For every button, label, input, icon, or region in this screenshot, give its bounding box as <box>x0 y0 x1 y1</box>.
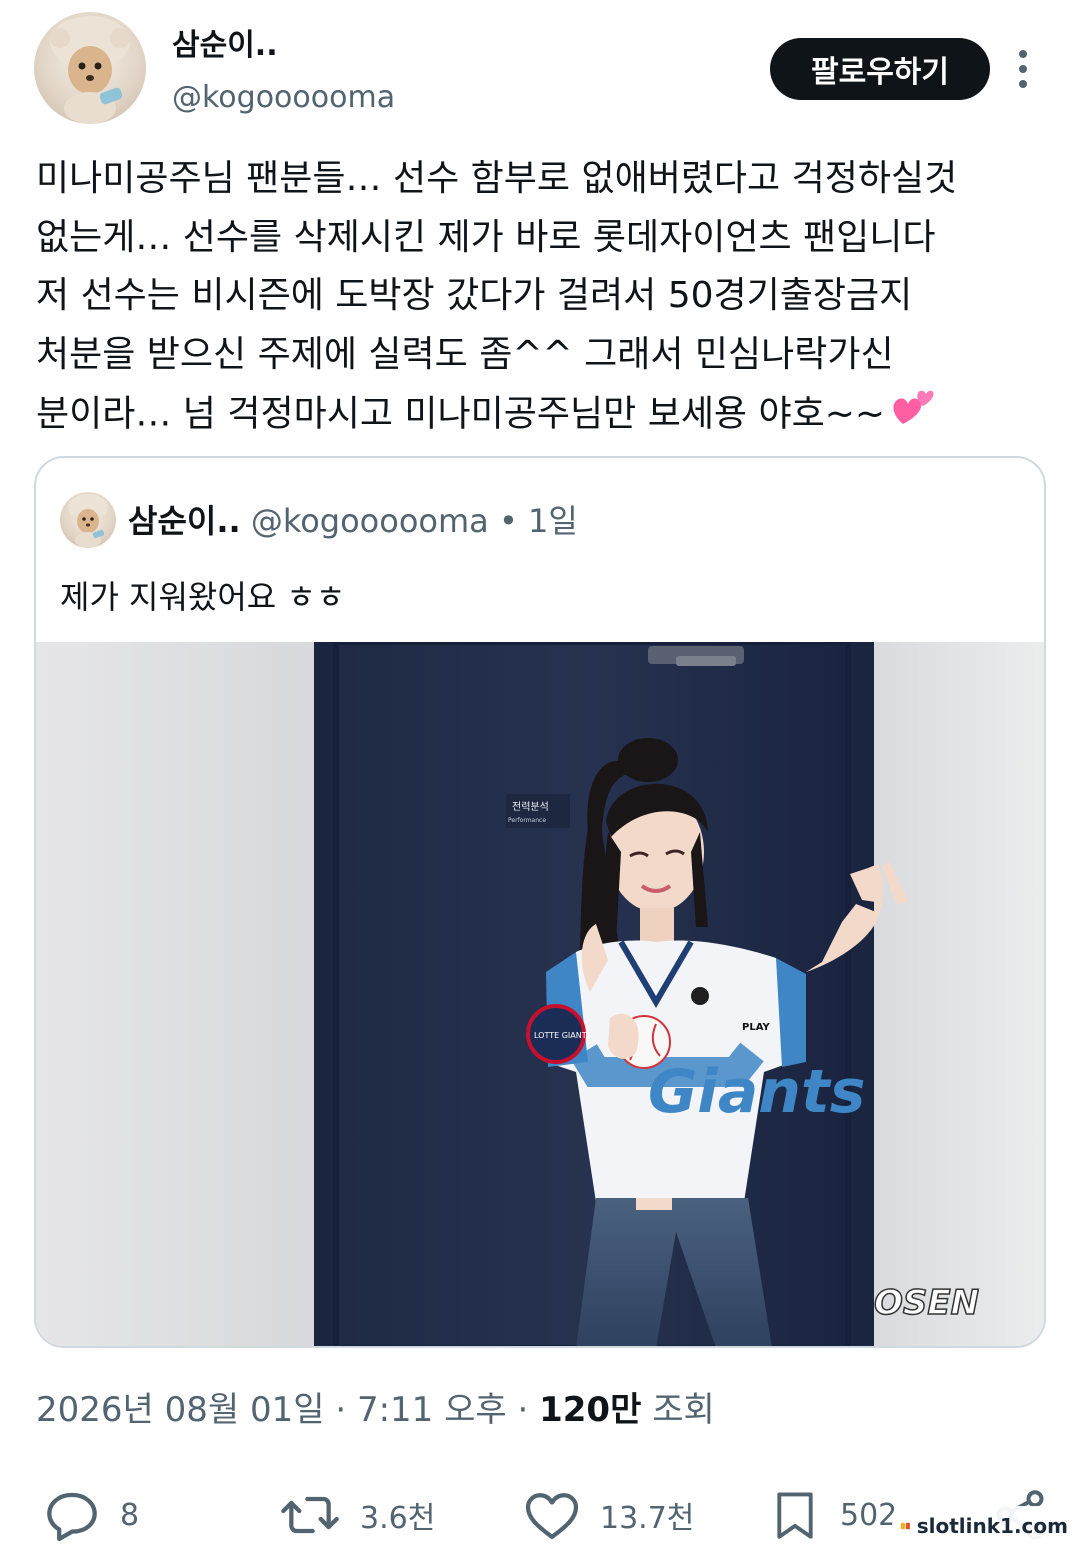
jersey-text: Giants <box>648 1057 865 1127</box>
osen-watermark: OSEN <box>874 1283 979 1323</box>
views-label: 조회 <box>652 1390 715 1430</box>
separator-dot: · <box>517 1390 529 1430</box>
tweet-text-line: 분이라… 넘 걱정마시고 미나미공주님만 보세용 야호~~ <box>36 393 886 435</box>
quoted-author-avatar[interactable] <box>60 492 116 548</box>
tweet-date[interactable]: 2026년 08월 01일 <box>36 1390 325 1430</box>
reply-button[interactable]: 8 <box>40 1470 139 1560</box>
views-count: 120만 <box>539 1390 642 1430</box>
tweet-text-line: 저 선수는 비시즌에 도박장 갔다가 걸려서 50경기출장금지 <box>36 275 913 316</box>
more-vertical-icon <box>1019 50 1027 88</box>
quoted-tweet-time[interactable]: 1일 <box>528 502 578 540</box>
tweet-text: 미나미공주님 팬분들… 선수 함부로 없애버렸다고 걱정하실것 없는게… 선수를… <box>36 150 1046 443</box>
site-logo-icon <box>900 1522 910 1530</box>
tweet-timestamp-views: 2026년 08월 01일 · 7:11 오후 · 120만 조회 <box>36 1382 715 1431</box>
retweet-button[interactable]: 3.6천 <box>276 1470 435 1560</box>
door-sign-text: 전력분석 <box>512 801 549 813</box>
author-avatar[interactable] <box>34 12 146 124</box>
retweet-icon <box>281 1496 339 1534</box>
two-hearts-icon <box>889 384 935 447</box>
separator-dot: • <box>498 502 518 540</box>
site-watermark-text: slotlink1.com <box>916 1514 1068 1538</box>
dog-avatar-icon <box>68 494 108 548</box>
heart-icon <box>525 1493 579 1539</box>
jersey-patch-text: LOTTE GIANTS <box>534 1031 592 1040</box>
sponsor-mark-text: PLAY <box>742 1022 770 1033</box>
reply-icon <box>47 1492 97 1542</box>
quoted-author-handle[interactable]: @kogoooooma <box>251 502 489 540</box>
quoted-author-name[interactable]: 삼순이.. <box>128 502 241 540</box>
more-options-button[interactable] <box>1006 42 1040 96</box>
separator-dot: · <box>335 1390 347 1430</box>
tweet-text-line: 없는게… 선수를 삭제시킨 제가 바로 롯데자이언츠 팬입니다 <box>36 216 936 258</box>
bookmark-count: 502 <box>840 1497 898 1533</box>
retweet-count: 3.6천 <box>360 1501 436 1536</box>
like-button[interactable]: 13.7천 <box>520 1470 694 1560</box>
tweet-header: 삼순이.. @kogoooooma 팔로우하기 <box>0 0 1080 130</box>
quoted-tweet[interactable]: 삼순이.. @kogoooooma • 1일 제가 지워왔어요 ㅎㅎ 전력분석 … <box>34 456 1046 1348</box>
quoted-tweet-text: 제가 지워왔어요 ㅎㅎ <box>60 578 346 616</box>
tweet-text-line: 미나미공주님 팬분들… 선수 함부로 없애버렸다고 걱정하실것 <box>36 158 958 199</box>
quoted-tweet-photo[interactable]: 전력분석 Performance Giants LOTTE GIANTS PLA… <box>36 642 1044 1346</box>
door-sign-subtext: Performance <box>508 817 546 824</box>
dog-avatar-icon <box>50 16 130 124</box>
tweet-time[interactable]: 7:11 오후 <box>357 1390 507 1430</box>
site-watermark: slotlink1.com <box>892 1506 1068 1546</box>
tweet-text-line: 처분을 받으신 주제에 실력도 좀^^ 그래서 민심나락가신 <box>36 333 894 375</box>
bookmark-icon <box>777 1492 813 1539</box>
follow-button[interactable]: 팔로우하기 <box>770 38 990 100</box>
quoted-tweet-meta: 삼순이.. @kogoooooma • 1일 <box>128 496 578 542</box>
reply-count: 8 <box>120 1497 140 1533</box>
tweet-text-line-last: 분이라… 넘 걱정마시고 미나미공주님만 보세용 야호~~ <box>36 384 1046 443</box>
like-count: 13.7천 <box>600 1501 695 1536</box>
author-handle[interactable]: @kogoooooma <box>172 80 395 115</box>
photo-image: 전력분석 Performance Giants LOTTE GIANTS PLA… <box>36 642 1044 1346</box>
bookmark-button[interactable]: 502 <box>766 1470 897 1560</box>
author-display-name[interactable]: 삼순이.. <box>172 20 278 64</box>
